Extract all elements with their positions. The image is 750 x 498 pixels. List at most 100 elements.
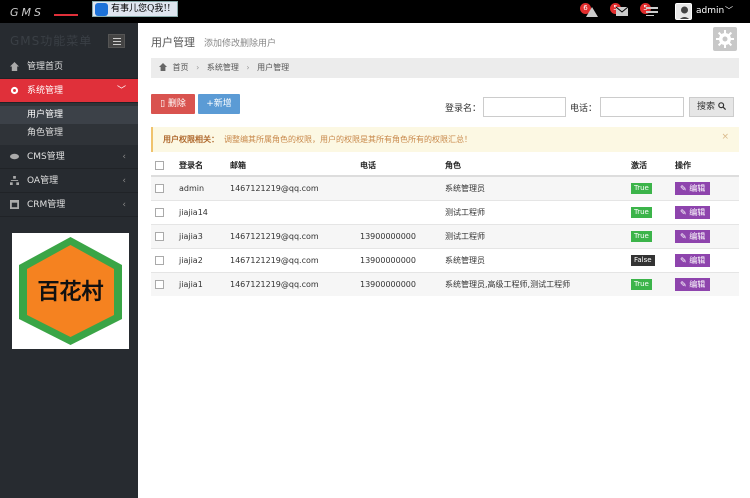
- system-submenu: 用户管理 角色管理: [0, 103, 138, 145]
- select-all-cell: [151, 156, 175, 177]
- edit-icon: ✎: [680, 207, 687, 217]
- row-checkbox[interactable]: [155, 255, 164, 265]
- active-badge: True: [631, 230, 652, 242]
- sidebar-item-label: 系统管理: [27, 86, 64, 96]
- submenu-item-roles[interactable]: 角色管理: [0, 124, 138, 142]
- page-header: 用户管理 添加修改删除用户: [138, 23, 750, 55]
- row-checkbox[interactable]: [155, 183, 164, 193]
- column-header-email[interactable]: 邮箱: [226, 156, 356, 177]
- column-header-action: 操作: [671, 156, 739, 177]
- alert-text: 调整编其所属角色的权限，用户的权限是其所有角色所有的权限汇总！: [224, 135, 472, 144]
- breadcrumb-home[interactable]: 首页: [173, 63, 189, 72]
- breadcrumb-system[interactable]: 系统管理: [207, 63, 239, 72]
- top-navbar: GMS 有事儿您Q我!! 6 5 5 admin ﹀: [0, 0, 750, 23]
- cell-role: 测试工程师: [441, 199, 627, 224]
- search-button[interactable]: 搜索: [689, 97, 734, 117]
- settings-button[interactable]: [713, 27, 737, 51]
- column-header-role[interactable]: 角色: [441, 156, 627, 177]
- gms-logo[interactable]: GMS: [10, 6, 80, 18]
- chevron-down-icon: ﹀: [116, 86, 126, 96]
- edit-button[interactable]: ✎ 编辑: [675, 277, 711, 291]
- warning-notification[interactable]: 6: [580, 3, 602, 19]
- chevron-left-icon: ‹: [122, 152, 126, 162]
- edit-label: 编辑: [689, 255, 706, 265]
- delete-label: 删除: [167, 99, 186, 109]
- column-header-login[interactable]: 登录名: [175, 156, 226, 177]
- sidebar-item-oa[interactable]: OA管理 ‹: [0, 169, 138, 193]
- baihuacun-ad[interactable]: 百花村: [12, 233, 129, 349]
- trash-icon: ▯: [160, 99, 166, 109]
- row-checkbox[interactable]: [155, 207, 164, 217]
- cell-login: jiajia2: [175, 247, 226, 272]
- sidebar: GMS功能菜单 管理首页 系统管理 ﹀ 用户管理 角色管理 CMS管理 ‹ OA…: [0, 23, 138, 498]
- search-icon: [718, 102, 726, 111]
- cell-login: jiajia1: [175, 271, 226, 296]
- edit-label: 编辑: [689, 279, 706, 289]
- breadcrumb: 首页 › 系统管理 › 用户管理: [151, 58, 739, 78]
- new-label: 新增: [213, 99, 232, 109]
- search-label: 搜索: [697, 102, 716, 112]
- sidebar-title: GMS功能菜单: [10, 34, 93, 48]
- edit-button[interactable]: ✎ 编辑: [675, 229, 711, 243]
- plus-icon: +: [206, 99, 214, 109]
- leaf-icon: [10, 153, 19, 160]
- submenu-item-users[interactable]: 用户管理: [0, 106, 138, 124]
- edit-button[interactable]: ✎ 编辑: [675, 253, 711, 267]
- user-name[interactable]: admin: [696, 6, 724, 16]
- edit-label: 编辑: [689, 231, 706, 241]
- add-user-button[interactable]: +新增: [198, 94, 240, 114]
- login-name-input[interactable]: [483, 97, 566, 117]
- delete-button[interactable]: ▯ 删除: [151, 94, 195, 114]
- sidebar-item-crm[interactable]: CRM管理 ‹: [0, 193, 138, 217]
- svg-text:百花村: 百花村: [37, 279, 103, 305]
- table-row: jiajia3 1467121219@qq.com 13900000000 测试…: [151, 223, 739, 248]
- cell-login: jiajia14: [175, 199, 226, 224]
- task-notification[interactable]: 5: [640, 3, 662, 19]
- permission-alert: 用户权限相关： 调整编其所属角色的权限，用户的权限是其所有角色所有的权限汇总！ ×: [151, 127, 739, 152]
- edit-button[interactable]: ✎ 编辑: [675, 181, 711, 195]
- edit-button[interactable]: ✎ 编辑: [675, 205, 711, 219]
- sidebar-item-system[interactable]: 系统管理 ﹀: [0, 79, 138, 103]
- warning-icon: [586, 7, 598, 17]
- sidebar-toggle-button[interactable]: [108, 34, 125, 48]
- sidebar-item-cms[interactable]: CMS管理 ‹: [0, 145, 138, 169]
- active-badge: True: [631, 182, 652, 194]
- home-icon: [159, 63, 167, 71]
- sidebar-item-label: CMS管理: [27, 152, 65, 162]
- gear-icon: [716, 30, 734, 48]
- inactive-badge: False: [631, 254, 655, 266]
- table-row: jiajia14 测试工程师 True ✎ 编辑: [151, 199, 739, 224]
- column-header-phone[interactable]: 电话: [356, 156, 441, 177]
- cell-login: admin: [175, 175, 226, 200]
- baihuacun-logo: 百花村: [19, 237, 122, 345]
- tasks-icon: [646, 7, 658, 16]
- svg-text:GMS: GMS: [10, 6, 44, 18]
- cell-role: 系统管理员: [441, 247, 627, 272]
- cell-email: 1467121219@qq.com: [226, 223, 356, 248]
- message-notification[interactable]: 5: [610, 3, 632, 19]
- table-header-row: 登录名 邮箱 电话 角色 激活 操作: [151, 156, 739, 177]
- sidebar-item-home[interactable]: 管理首页: [0, 55, 138, 79]
- sidebar-item-label: 管理首页: [27, 62, 64, 72]
- edit-icon: ✎: [680, 183, 687, 193]
- user-avatar[interactable]: [675, 3, 692, 20]
- row-checkbox[interactable]: [155, 279, 164, 289]
- edit-icon: ✎: [680, 255, 687, 265]
- close-icon[interactable]: ×: [721, 125, 729, 150]
- breadcrumb-users: 用户管理: [257, 63, 290, 72]
- gear-icon: [10, 86, 19, 95]
- phone-input[interactable]: [600, 97, 684, 117]
- sidebar-item-label: CRM管理: [27, 200, 66, 210]
- cell-phone: 13900000000: [356, 223, 441, 248]
- active-badge: True: [631, 206, 652, 218]
- select-all-checkbox[interactable]: [155, 161, 164, 170]
- main-content: 用户管理 添加修改删除用户 首页 › 系统管理 › 用户管理 ▯ 删除 +新增 …: [138, 23, 750, 498]
- page-subtitle: 添加修改删除用户: [204, 39, 277, 49]
- column-header-active[interactable]: 激活: [627, 156, 671, 177]
- table-row: jiajia1 1467121219@qq.com 13900000000 系统…: [151, 271, 739, 296]
- sitemap-icon: [10, 176, 19, 185]
- qq-contact-badge[interactable]: 有事儿您Q我!!: [92, 1, 178, 17]
- breadcrumb-separator: ›: [196, 63, 200, 72]
- chevron-down-icon[interactable]: ﹀: [725, 5, 733, 16]
- row-checkbox[interactable]: [155, 231, 164, 241]
